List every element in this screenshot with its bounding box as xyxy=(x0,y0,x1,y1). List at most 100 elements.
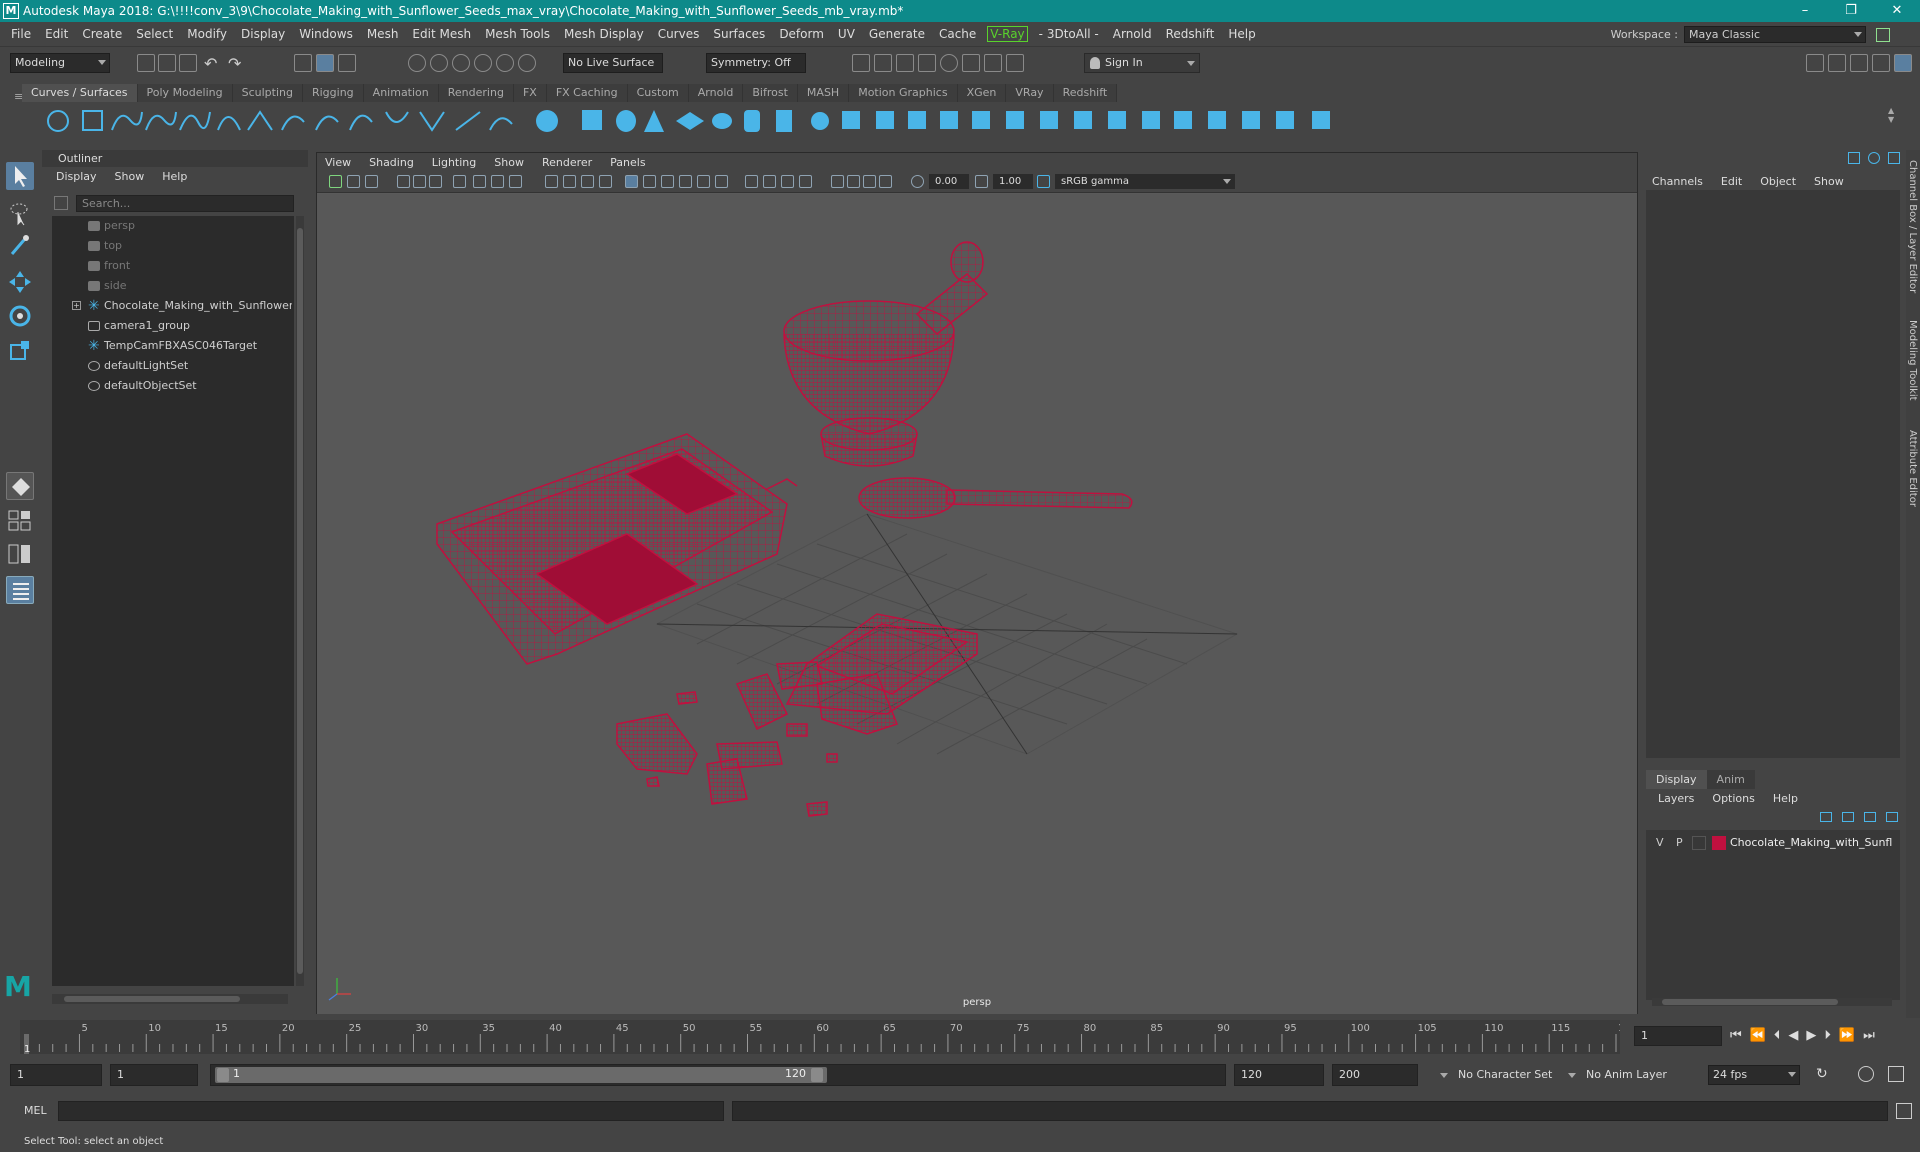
go-to-start-icon[interactable]: ⏮ xyxy=(1730,1028,1742,1043)
range-slider-thumb[interactable] xyxy=(215,1067,827,1083)
image-plane-icon[interactable] xyxy=(413,175,426,188)
move-layer-down-icon[interactable] xyxy=(1842,812,1854,822)
isolate-select-icon[interactable] xyxy=(831,175,844,188)
layer-name[interactable]: Chocolate_Making_with_Sunfl xyxy=(1730,834,1894,852)
shelf-tab-xgen[interactable]: XGen xyxy=(957,84,1007,102)
textured-icon[interactable] xyxy=(679,175,692,188)
hypershade-icon[interactable] xyxy=(940,54,958,72)
channels-show-menu[interactable]: Show xyxy=(1814,175,1844,188)
use-lights-icon[interactable] xyxy=(697,175,710,188)
snap-grid-icon[interactable] xyxy=(408,54,426,72)
symmetry-dropdown[interactable]: Symmetry: Off xyxy=(706,53,806,73)
sign-in-button[interactable]: Sign In xyxy=(1084,53,1200,73)
shelf-tab-sculpting[interactable]: Sculpting xyxy=(232,84,303,102)
menu-edit[interactable]: Edit xyxy=(38,27,75,41)
lock-camera-icon[interactable] xyxy=(347,175,360,188)
menu-mesh[interactable]: Mesh xyxy=(360,27,406,41)
menu-mesh-display[interactable]: Mesh Display xyxy=(557,27,651,41)
minimize-button[interactable]: – xyxy=(1782,0,1828,22)
outliner-item-persp[interactable]: persp xyxy=(52,216,292,236)
character-set-dropdown[interactable]: No Character Set xyxy=(1434,1064,1554,1086)
snap-curve-icon[interactable] xyxy=(430,54,448,72)
move-layer-up-icon[interactable] xyxy=(1820,812,1832,822)
multisample-aa-icon[interactable] xyxy=(781,175,794,188)
pause-icon[interactable] xyxy=(1006,54,1024,72)
vray-render-icon[interactable] xyxy=(962,54,980,72)
menu-vray[interactable]: V-Ray xyxy=(987,25,1028,42)
shelf-tab-arnold[interactable]: Arnold xyxy=(688,84,744,102)
shelf-scroll-arrows[interactable]: ▲ ▼ xyxy=(1888,106,1900,136)
wireframe-on-shaded-icon[interactable] xyxy=(661,175,674,188)
menu-create[interactable]: Create xyxy=(75,27,129,41)
side-tab-attribute-editor[interactable]: Attribute Editor xyxy=(1907,430,1918,507)
render-frame-icon[interactable] xyxy=(874,54,892,72)
menu-3dtoall[interactable]: - 3DtoAll - xyxy=(1032,27,1106,41)
channels-edit-menu[interactable]: Edit xyxy=(1721,175,1742,188)
channel-box-toggle-icon[interactable] xyxy=(1894,54,1912,72)
shelf-tab-poly-modeling[interactable]: Poly Modeling xyxy=(137,84,233,102)
persp-outliner-layout-icon[interactable] xyxy=(6,540,34,568)
motion-blur-icon[interactable] xyxy=(763,175,776,188)
script-editor-icon[interactable] xyxy=(1896,1103,1912,1119)
grease-pencil-icon[interactable] xyxy=(453,175,466,188)
layers-options-menu[interactable]: Options xyxy=(1712,792,1754,805)
outliner-menu-display[interactable]: Display xyxy=(56,170,97,183)
step-back-key-icon[interactable]: ⏪ xyxy=(1750,1028,1766,1043)
menu-uv[interactable]: UV xyxy=(831,27,862,41)
exposure-field[interactable]: 0.00 xyxy=(929,174,969,189)
scroll-thumb[interactable] xyxy=(64,996,240,1002)
four-view-layout-icon[interactable] xyxy=(6,506,34,534)
menu-file[interactable]: File xyxy=(4,27,38,41)
workspace-dropdown[interactable]: Maya Classic xyxy=(1684,26,1866,43)
bookmarks-icon[interactable] xyxy=(397,175,410,188)
shelf-tab-mash[interactable]: MASH xyxy=(797,84,850,102)
smooth-shade-icon[interactable] xyxy=(643,175,656,188)
play-forwards-icon[interactable]: ▶ xyxy=(1806,1028,1816,1043)
menu-deform[interactable]: Deform xyxy=(772,27,831,41)
range-slider-start-handle[interactable] xyxy=(217,1068,229,1082)
restore-button[interactable]: ❐ xyxy=(1828,0,1874,22)
loop-icon[interactable]: ↻ xyxy=(1816,1066,1828,1082)
playback-end-field[interactable]: 120 xyxy=(1234,1064,1324,1086)
grid-toggle-icon[interactable] xyxy=(473,175,486,188)
scene-wireframe[interactable] xyxy=(317,194,1637,1014)
open-scene-icon[interactable] xyxy=(158,54,176,72)
select-object-icon[interactable] xyxy=(316,54,334,72)
new-layer-selected-icon[interactable] xyxy=(1886,812,1898,822)
vp-menu-shading[interactable]: Shading xyxy=(369,156,414,169)
vp-menu-show[interactable]: Show xyxy=(494,156,524,169)
outliner-item-tempcam-target[interactable]: ✳ TempCamFBXASC046Target xyxy=(52,336,292,356)
character-controls-icon[interactable] xyxy=(1828,54,1846,72)
range-slider[interactable]: 1 120 xyxy=(210,1064,1226,1086)
shelf-tab-custom[interactable]: Custom xyxy=(627,84,689,102)
color-management-icon[interactable] xyxy=(1037,175,1050,188)
menu-select[interactable]: Select xyxy=(129,27,180,41)
depth-of-field-icon[interactable] xyxy=(799,175,812,188)
menu-mesh-tools[interactable]: Mesh Tools xyxy=(478,27,557,41)
time-slider[interactable]: 5 10 15 20 25 30 35 40 45 50 55 60 65 70 75 80 85 90 95 100… xyxy=(20,1020,1637,1055)
fps-dropdown[interactable]: 24 fps xyxy=(1708,1065,1800,1085)
auto-key-icon[interactable] xyxy=(1858,1066,1874,1082)
menu-generate[interactable]: Generate xyxy=(862,27,932,41)
channel-box-toggle-icon[interactable] xyxy=(1848,152,1860,164)
shelf-tab-motion-graphics[interactable]: Motion Graphics xyxy=(849,84,958,102)
outliner-item-camera1-group[interactable]: camera1_group xyxy=(52,316,292,336)
shelf-tab-animation[interactable]: Animation xyxy=(363,84,439,102)
shelf-tab-rigging[interactable]: Rigging xyxy=(302,84,364,102)
outliner-item-side[interactable]: side xyxy=(52,276,292,296)
outliner-horizontal-scrollbar[interactable] xyxy=(52,994,288,1004)
menu-windows[interactable]: Windows xyxy=(292,27,360,41)
ambient-occlusion-icon[interactable] xyxy=(745,175,758,188)
rotate-tool-icon[interactable] xyxy=(6,302,34,330)
scroll-thumb[interactable] xyxy=(297,228,303,974)
live-surface-dropdown[interactable]: No Live Surface xyxy=(563,53,663,73)
range-slider-end-handle[interactable] xyxy=(811,1068,823,1082)
vp-menu-lighting[interactable]: Lighting xyxy=(432,156,476,169)
ipr-render-icon[interactable] xyxy=(896,54,914,72)
view-transform-dropdown[interactable]: sRGB gamma xyxy=(1055,174,1235,189)
time-slider-ruler[interactable]: 5 10 15 20 25 30 35 40 45 50 55 60 65 70 75 80 85 90 95 100… xyxy=(20,1020,1637,1055)
new-scene-icon[interactable] xyxy=(137,54,155,72)
redo-icon[interactable]: ↷ xyxy=(228,54,246,73)
outliner-item-default-object-set[interactable]: defaultObjectSet xyxy=(52,376,292,396)
outliner-item-front[interactable]: front xyxy=(52,256,292,276)
